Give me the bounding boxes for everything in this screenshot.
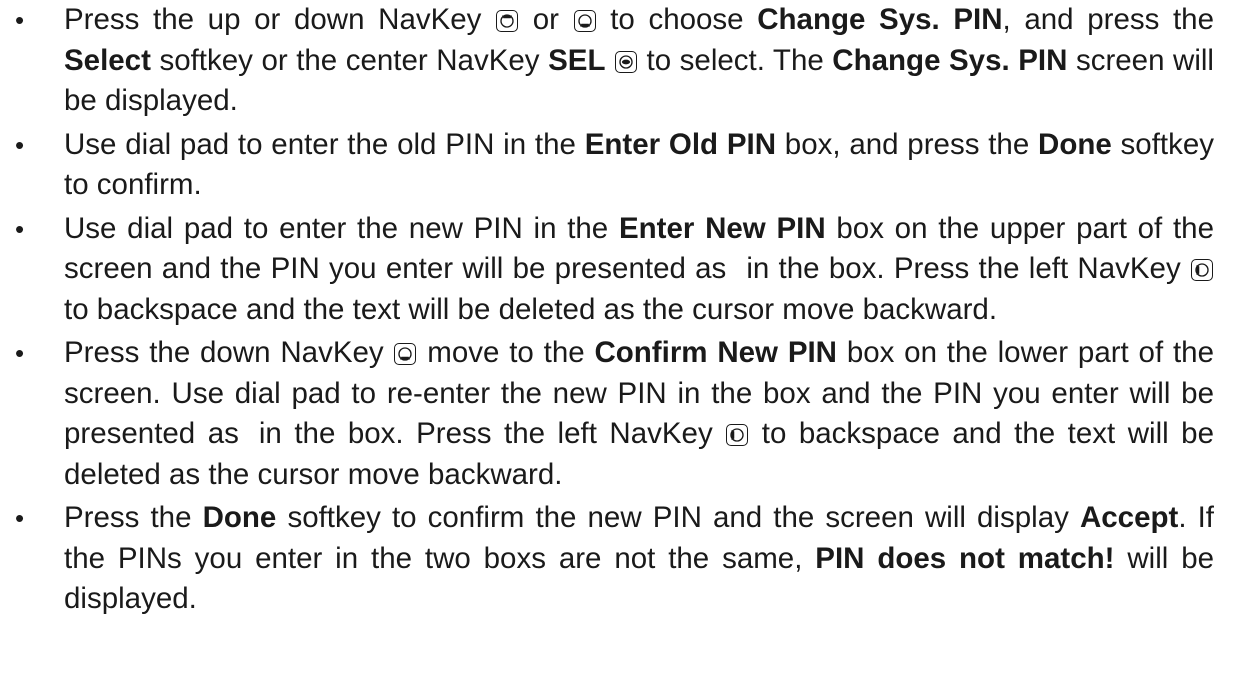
text: in the box. Press the left NavKey: [258, 417, 713, 450]
bold-text: Done: [202, 501, 277, 534]
bullet: •: [15, 213, 25, 244]
text: softkey to confirm the new PIN and the s…: [287, 501, 1069, 534]
bold-text: Enter New PIN: [618, 211, 826, 245]
list-item: • Press the up or down NavKey or to choo…: [0, 0, 1240, 122]
text: to select. The: [646, 43, 824, 77]
text: or: [532, 3, 559, 36]
bold-text: Change Sys. PIN: [757, 3, 1003, 36]
text: softkey or the center NavKey: [159, 43, 540, 77]
navkey-up-icon: [496, 10, 519, 32]
bold-text: Done: [1038, 127, 1112, 161]
instruction-list: • Press the up or down NavKey or to choo…: [0, 0, 1240, 620]
list-item: • Press the down NavKey move to the Conf…: [0, 333, 1240, 495]
text: move to the: [427, 336, 585, 369]
bullet: •: [15, 129, 25, 160]
list-item: • Press the Done softkey to confirm the …: [0, 498, 1240, 620]
bold-text: Confirm New PIN: [594, 336, 837, 369]
bold-text: SEL: [548, 43, 606, 77]
bullet: •: [15, 338, 25, 368]
navkey-down-icon: [573, 10, 596, 32]
text: Press the down NavKey: [64, 336, 384, 369]
navkey-center-icon: [615, 50, 637, 73]
bold-text: Select: [64, 43, 151, 77]
bold-text: Enter Old PIN: [584, 127, 776, 161]
bullet: •: [15, 5, 25, 35]
bold-text: Change Sys. PIN: [832, 43, 1068, 77]
list-item: • Use dial pad to enter the old PIN in t…: [0, 125, 1240, 206]
bullet: •: [15, 503, 25, 533]
text: Press the up or down NavKey: [64, 3, 482, 36]
text: to backspace and the text will be delete…: [64, 292, 998, 326]
document-page: • Press the up or down NavKey or to choo…: [0, 0, 1240, 700]
text: Press the: [64, 501, 192, 534]
text: box, and press the: [784, 127, 1030, 161]
list-item: • Use dial pad to enter the new PIN in t…: [0, 209, 1240, 331]
text: Use dial pad to enter the new PIN in the: [64, 211, 609, 245]
text: to choose: [610, 3, 744, 36]
navkey-left-icon: [1191, 259, 1213, 281]
bold-text: Accept: [1079, 501, 1179, 534]
navkey-down-icon: [394, 343, 417, 365]
text: , and press the: [1002, 3, 1214, 36]
text: Use dial pad to enter the old PIN in the: [64, 127, 576, 161]
text: in the box. Press the left NavKey: [746, 252, 1181, 285]
bold-text: PIN does not match!: [815, 541, 1115, 575]
navkey-left-icon: [726, 424, 749, 446]
